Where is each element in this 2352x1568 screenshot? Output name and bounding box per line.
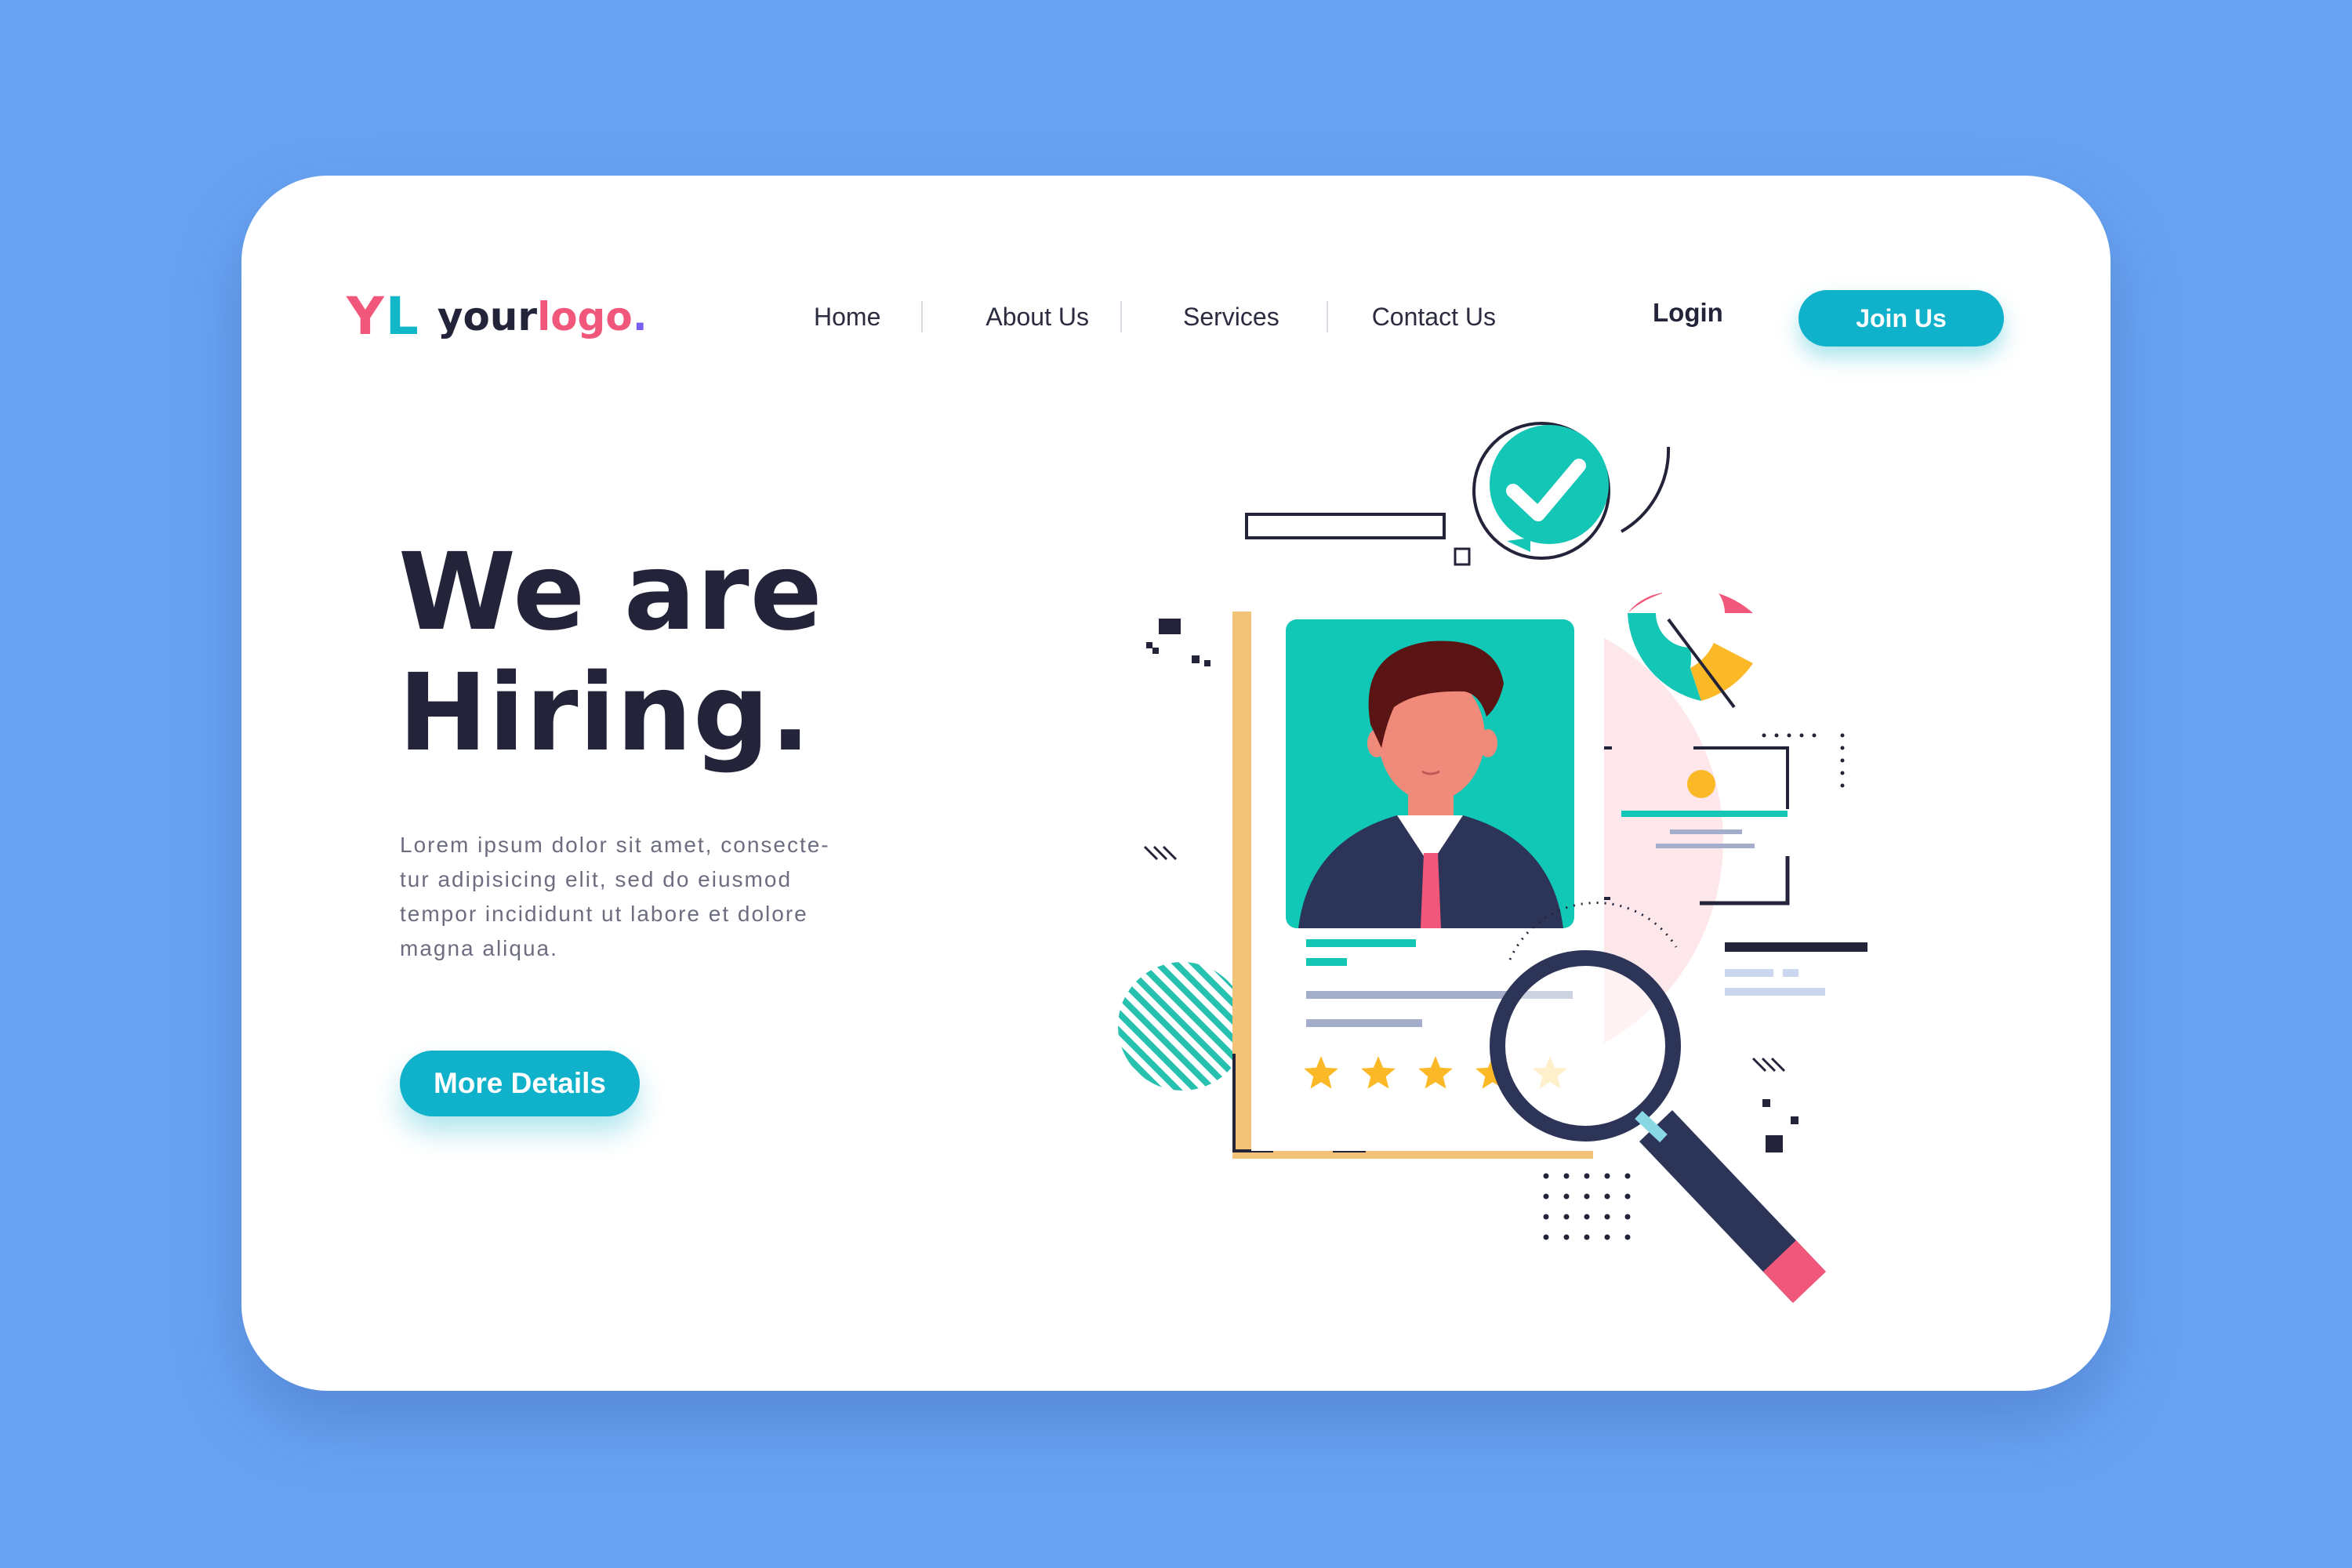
hiring-illustration xyxy=(1118,422,1867,1303)
decor-text-lines xyxy=(1725,942,1867,996)
landing-card: YL yourlogo. Home About Us Services Cont… xyxy=(241,176,2111,1391)
check-bubble xyxy=(1472,422,1610,560)
decor-small-square xyxy=(1454,547,1471,566)
dot-grid xyxy=(1543,1173,1631,1240)
profile-photo xyxy=(1286,619,1574,928)
hatched-circle xyxy=(1118,962,1247,1091)
decor-bar xyxy=(1245,513,1446,539)
